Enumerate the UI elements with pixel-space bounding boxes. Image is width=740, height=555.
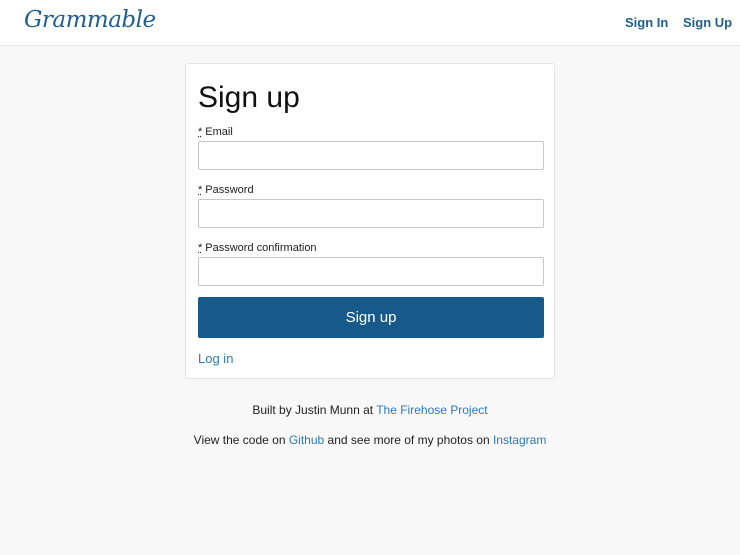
footer-credit-text: Built by Justin Munn at: [252, 403, 377, 417]
required-marker: *: [198, 242, 203, 254]
required-marker: *: [198, 126, 203, 138]
required-marker: *: [198, 184, 203, 196]
nav-sign-in-link[interactable]: Sign In: [625, 15, 668, 30]
footer-code-text: View the code on: [193, 433, 289, 447]
password-label: * Password: [198, 184, 254, 196]
password-confirmation-label-text: Password confirmation: [205, 242, 317, 254]
firehose-project-link[interactable]: The Firehose Project: [376, 403, 487, 417]
email-label-text: Email: [205, 126, 233, 138]
password-confirmation-field[interactable]: [198, 257, 544, 286]
footer-photos-text: and see more of my photos on: [324, 433, 493, 447]
footer-links: View the code on Github and see more of …: [0, 433, 740, 447]
password-label-text: Password: [205, 184, 254, 196]
password-confirmation-label: * Password confirmation: [198, 242, 317, 254]
top-navbar: Grammable Sign In Sign Up: [0, 0, 740, 46]
email-label: * Email: [198, 126, 233, 138]
email-field[interactable]: [198, 141, 544, 170]
github-link[interactable]: Github: [289, 433, 324, 447]
log-in-link[interactable]: Log in: [198, 351, 233, 366]
signup-card: Sign up * Email * Password * Password confi…: [185, 63, 555, 379]
page-title: Sign up: [198, 81, 300, 114]
sign-up-button[interactable]: Sign up: [198, 297, 544, 338]
password-field[interactable]: [198, 199, 544, 228]
brand-logo[interactable]: Grammable: [24, 7, 156, 33]
instagram-link[interactable]: Instagram: [493, 433, 546, 447]
footer-credit: Built by Justin Munn at The Firehose Pro…: [0, 403, 740, 417]
nav-sign-up-link[interactable]: Sign Up: [683, 15, 732, 30]
